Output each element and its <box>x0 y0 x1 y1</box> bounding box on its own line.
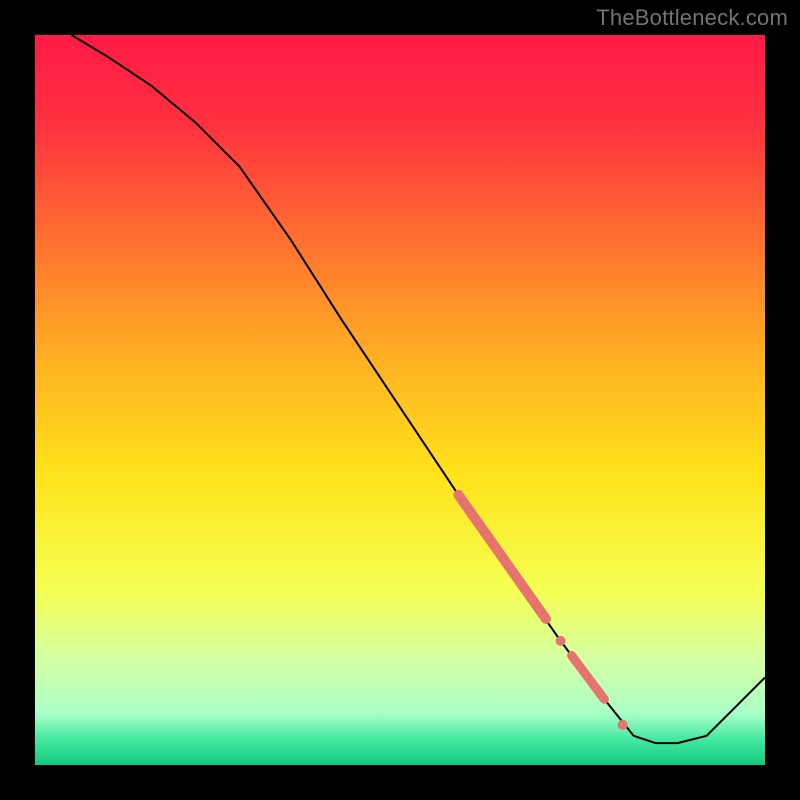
chart-frame: TheBottleneck.com <box>0 0 800 800</box>
watermark-text: TheBottleneck.com <box>596 5 788 31</box>
plot-area <box>35 35 765 765</box>
chart-svg <box>35 35 765 765</box>
dot-mid <box>556 636 566 646</box>
dot-lower <box>618 720 628 730</box>
gradient-background <box>35 35 765 765</box>
